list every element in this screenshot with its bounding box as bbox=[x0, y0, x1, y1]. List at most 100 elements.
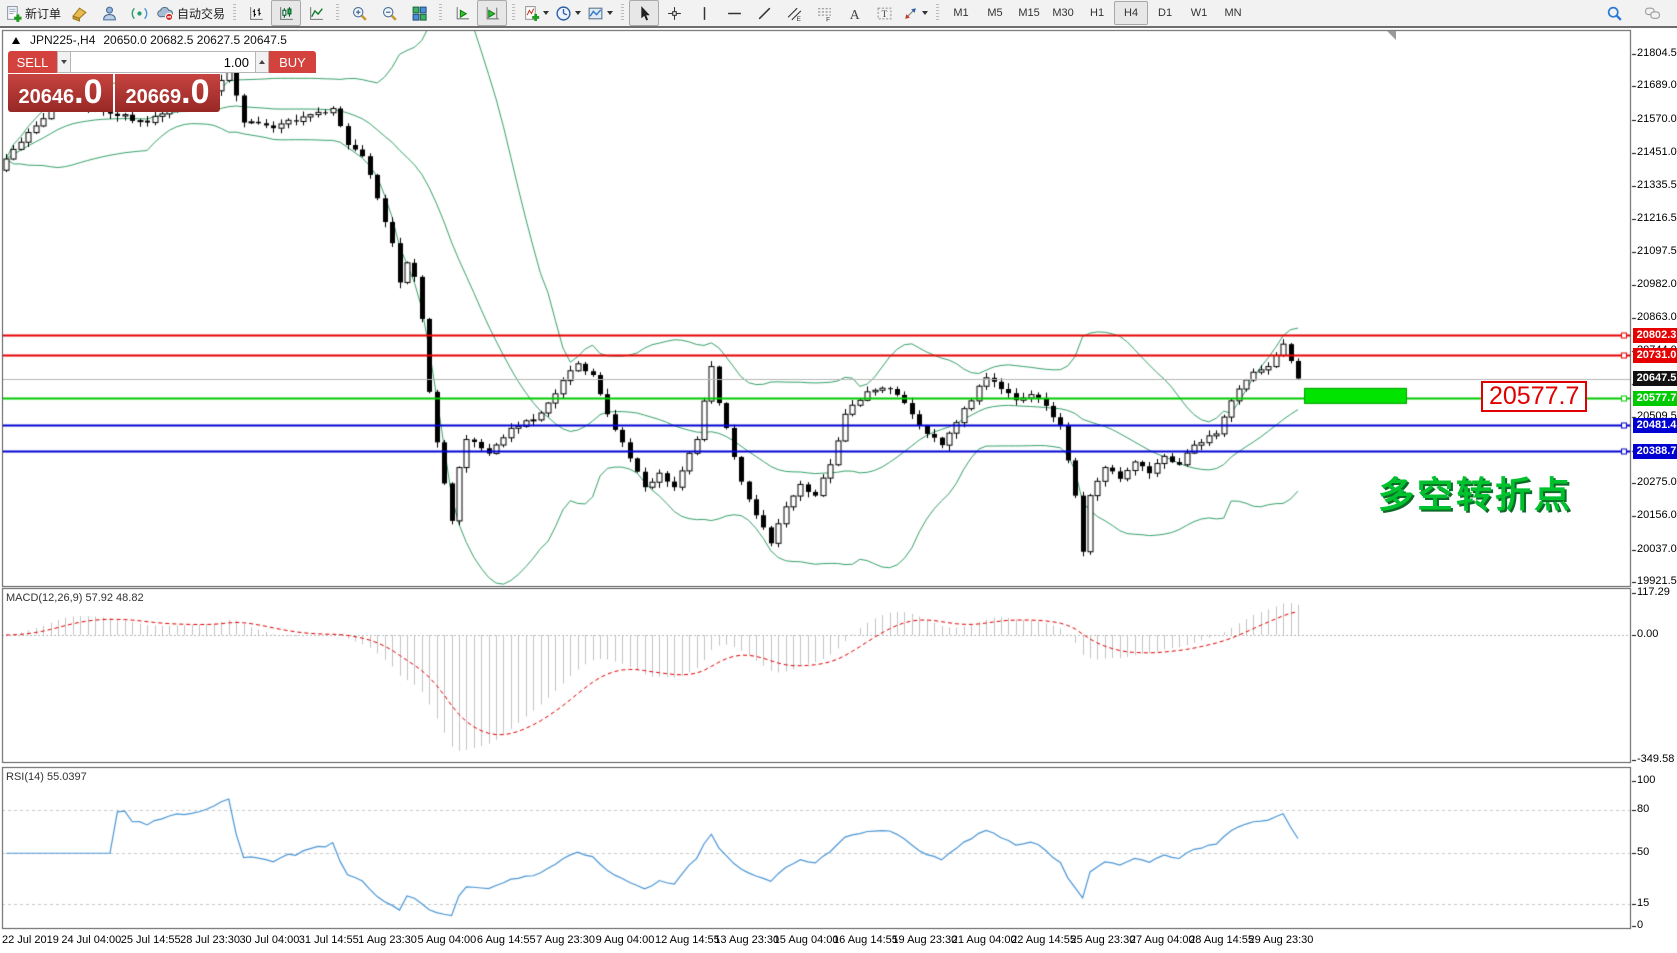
axis-label: 100 bbox=[1637, 774, 1655, 786]
indicators-button[interactable] bbox=[520, 0, 552, 26]
rsi-indicator-label: RSI(14) 55.0397 bbox=[6, 771, 87, 783]
bar-chart-icon bbox=[248, 5, 265, 22]
axis-label: 20275.0 bbox=[1637, 476, 1677, 488]
toolbar-button-label: 自动交易 bbox=[177, 5, 225, 22]
channel-button[interactable]: E bbox=[779, 0, 809, 26]
time-axis-label: 6 Aug 14:55 bbox=[477, 934, 536, 946]
buy-button[interactable]: BUY bbox=[269, 51, 316, 73]
trendline-button[interactable] bbox=[749, 0, 779, 26]
hline-button[interactable] bbox=[719, 0, 749, 26]
axis-label: 20037.0 bbox=[1637, 543, 1677, 555]
timeframe-mn-button[interactable]: MN bbox=[1216, 1, 1250, 25]
auto-scroll-button[interactable] bbox=[447, 0, 477, 26]
timeframe-m1-button[interactable]: M1 bbox=[944, 1, 978, 25]
chat-button[interactable] bbox=[1637, 0, 1667, 26]
signals-button[interactable] bbox=[124, 0, 154, 26]
axis-label: 21804.5 bbox=[1637, 47, 1677, 59]
volume-increase-button[interactable] bbox=[255, 51, 269, 73]
time-axis-label: 1 Aug 23:30 bbox=[358, 934, 417, 946]
axis-label: 21451.0 bbox=[1637, 146, 1677, 158]
one-click-trading-panel: SELL BUY 20646.0 20669.0 bbox=[8, 51, 220, 112]
svg-text:E: E bbox=[796, 15, 800, 21]
search-button[interactable] bbox=[1599, 0, 1629, 26]
profile-button[interactable] bbox=[94, 0, 124, 26]
axis-label: 0 bbox=[1637, 919, 1643, 931]
arrows-button[interactable] bbox=[899, 0, 931, 26]
time-axis-label: 27 Aug 04:00 bbox=[1130, 934, 1195, 946]
axis-label: 21216.5 bbox=[1637, 212, 1677, 224]
timeframe-w1-button[interactable]: W1 bbox=[1182, 1, 1216, 25]
axis-label: 15 bbox=[1637, 897, 1649, 909]
toolbar-right-icons bbox=[1599, 0, 1677, 26]
toolbar-button-label: 新订单 bbox=[25, 5, 61, 22]
toolbar: 新订单 自动交易 E FAT M1M5M15M30H1H4D1W1MN bbox=[0, 0, 1677, 28]
price-level-callout[interactable]: 20577.7 bbox=[1481, 381, 1587, 412]
axis-label: 50 bbox=[1637, 846, 1649, 858]
new-order-button[interactable]: 新订单 bbox=[2, 0, 64, 26]
label-button[interactable]: T bbox=[869, 0, 899, 26]
timeframe-m5-button[interactable]: M5 bbox=[978, 1, 1012, 25]
periods-button[interactable] bbox=[552, 0, 584, 26]
time-axis-label: 9 Aug 04:00 bbox=[596, 934, 655, 946]
metaeditor-icon bbox=[71, 5, 88, 22]
symbol-period-label: JPN225-,H4 bbox=[30, 33, 95, 47]
chart-shift-button[interactable] bbox=[477, 0, 507, 26]
time-axis-label: 22 Jul 2019 bbox=[2, 934, 59, 946]
timeframe-m15-button[interactable]: M15 bbox=[1012, 1, 1046, 25]
axis-label: 21335.5 bbox=[1637, 179, 1677, 191]
toolbar-group: 新订单 自动交易 bbox=[0, 0, 230, 26]
autotrading-icon bbox=[157, 5, 174, 22]
time-axis-label: 5 Aug 04:00 bbox=[418, 934, 477, 946]
axis-label: 80 bbox=[1637, 803, 1649, 815]
collapse-icon[interactable] bbox=[12, 37, 20, 44]
axis-label: 21570.0 bbox=[1637, 113, 1677, 125]
profile-icon bbox=[101, 5, 118, 22]
text-button[interactable]: A bbox=[839, 0, 869, 26]
new-order-icon bbox=[5, 5, 22, 22]
indicators-icon bbox=[523, 5, 540, 22]
caret-down-icon bbox=[607, 11, 613, 15]
caret-down-icon bbox=[575, 11, 581, 15]
bar-chart-button[interactable] bbox=[241, 0, 271, 26]
toolbar-separator bbox=[336, 4, 339, 22]
cursor-button[interactable] bbox=[629, 0, 659, 26]
volume-input[interactable] bbox=[71, 51, 255, 73]
metaeditor-button[interactable] bbox=[64, 0, 94, 26]
text-icon: A bbox=[846, 5, 863, 22]
line-chart-button[interactable] bbox=[301, 0, 331, 26]
timeframe-m30-button[interactable]: M30 bbox=[1046, 1, 1080, 25]
buy-price-button[interactable]: 20669.0 bbox=[115, 74, 220, 112]
crosshair-button[interactable] bbox=[659, 0, 689, 26]
timeframe-h1-button[interactable]: H1 bbox=[1080, 1, 1114, 25]
sell-button[interactable]: SELL bbox=[8, 51, 57, 73]
vline-button[interactable] bbox=[689, 0, 719, 26]
autotrading-button[interactable]: 自动交易 bbox=[154, 0, 228, 26]
zoom-in-button[interactable] bbox=[344, 0, 374, 26]
axis-label: 0.00 bbox=[1637, 628, 1658, 640]
cursor-icon bbox=[636, 5, 653, 22]
axis-label: 20982.0 bbox=[1637, 278, 1677, 290]
timeframe-h4-button[interactable]: H4 bbox=[1114, 1, 1148, 25]
periods-icon bbox=[555, 5, 572, 22]
signals-icon bbox=[131, 5, 148, 22]
price-tag: 20647.5 bbox=[1633, 371, 1677, 386]
caret-down-icon bbox=[922, 11, 928, 15]
tile-windows-button[interactable] bbox=[404, 0, 434, 26]
toolbar-separator bbox=[621, 4, 624, 22]
timeframe-d1-button[interactable]: D1 bbox=[1148, 1, 1182, 25]
templates-button[interactable] bbox=[584, 0, 616, 26]
axis-label: 20156.0 bbox=[1637, 509, 1677, 521]
fibonacci-button[interactable]: F bbox=[809, 0, 839, 26]
sell-price-button[interactable]: 20646.0 bbox=[8, 74, 113, 112]
axis-label: 21689.0 bbox=[1637, 79, 1677, 91]
zoom-out-button[interactable] bbox=[374, 0, 404, 26]
turning-point-annotation[interactable]: 多空转折点 bbox=[1378, 466, 1573, 518]
crosshair-icon bbox=[666, 5, 683, 22]
candlestick-button[interactable] bbox=[271, 0, 301, 26]
price-tag: 20388.7 bbox=[1633, 444, 1677, 459]
chart-shift-marker[interactable] bbox=[1387, 31, 1396, 40]
caret-down-icon bbox=[61, 60, 67, 64]
volume-decrease-button[interactable] bbox=[57, 51, 71, 73]
price-tag: 20481.4 bbox=[1633, 418, 1677, 433]
application-window: 新订单 自动交易 E FAT M1M5M15M30H1H4D1W1MN JPN225-,… bbox=[0, 0, 1677, 953]
